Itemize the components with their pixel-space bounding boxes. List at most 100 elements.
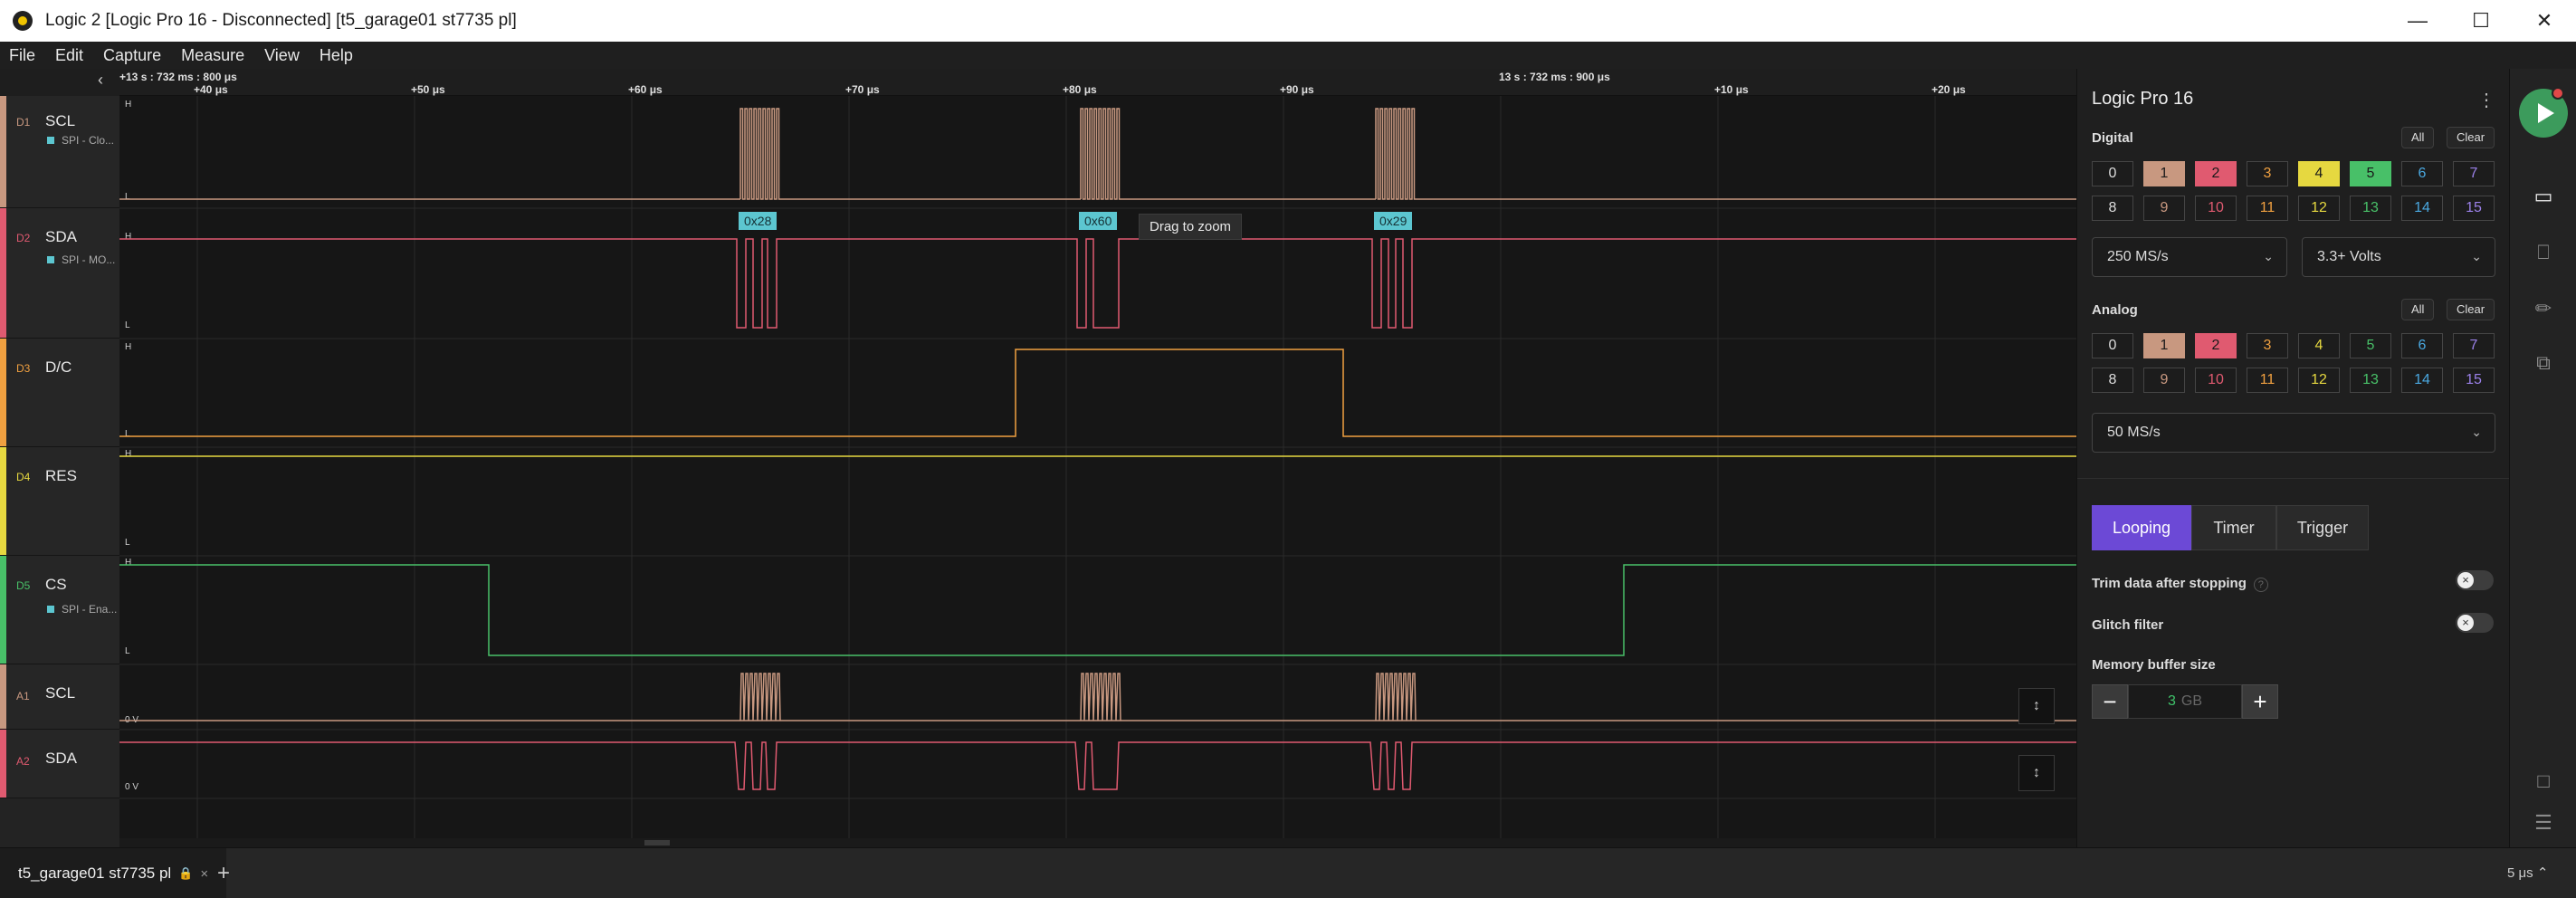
analyzer-tag[interactable]: SPI - Clo...	[47, 134, 114, 147]
channel-name[interactable]: SDA	[45, 228, 77, 246]
analog-channel-2-toggle[interactable]: 2	[2195, 333, 2237, 358]
channel-row-d2[interactable]: D2 SDA SPI - MO...	[0, 208, 119, 339]
analyzer-tag[interactable]: SPI - MO...	[47, 253, 115, 266]
channel-row-d5[interactable]: D5 CS SPI - Ena...	[0, 556, 119, 664]
spi-decode-bubble[interactable]: 0x28	[739, 212, 778, 230]
digital-channel-2-toggle[interactable]: 2	[2195, 161, 2237, 186]
mode-timer-button[interactable]: Timer	[2191, 505, 2276, 550]
channel-color-bar	[0, 339, 6, 446]
d5-cs-trace	[119, 564, 2076, 656]
close-window-button[interactable]: ✕	[2513, 0, 2576, 42]
digital-channel-12-toggle[interactable]: 12	[2298, 196, 2340, 221]
add-session-button[interactable]: +	[217, 861, 230, 886]
channel-name[interactable]: D/C	[45, 358, 72, 377]
channel-row-d3[interactable]: D3 D/C	[0, 339, 119, 447]
collapse-sidebar-icon[interactable]: ‹	[98, 71, 103, 90]
menu-help[interactable]: Help	[320, 46, 353, 65]
digital-channel-10-toggle[interactable]: 10	[2195, 196, 2237, 221]
channel-name[interactable]: SCL	[45, 112, 75, 130]
channel-name[interactable]: SDA	[45, 750, 77, 768]
analog-clear-button[interactable]: Clear	[2447, 299, 2495, 320]
analog-channel-10-toggle[interactable]: 10	[2195, 368, 2237, 393]
digital-clear-button[interactable]: Clear	[2447, 127, 2495, 148]
close-tab-icon[interactable]: ×	[200, 866, 208, 882]
buffer-size-field[interactable]: 3 GB	[2128, 684, 2242, 719]
analog-channel-3-toggle[interactable]: 3	[2247, 333, 2288, 358]
digital-channel-11-toggle[interactable]: 11	[2247, 196, 2288, 221]
digital-channel-8-toggle[interactable]: 8	[2092, 196, 2133, 221]
maximize-button[interactable]: ☐	[2449, 0, 2513, 42]
analog-channel-12-toggle[interactable]: 12	[2298, 368, 2340, 393]
buffer-size-value: 3	[2167, 693, 2176, 709]
channel-row-a2[interactable]: A2 SDA	[0, 730, 119, 798]
analog-channel-1-toggle[interactable]: 1	[2143, 333, 2185, 358]
menu-icon[interactable]: ☰	[2530, 809, 2557, 836]
channel-id: D5	[16, 579, 31, 592]
mode-trigger-button[interactable]: Trigger	[2276, 505, 2369, 550]
device-settings-icon[interactable]: ▭	[2530, 183, 2557, 210]
horizontal-scrollbar[interactable]	[119, 838, 2076, 847]
menu-view[interactable]: View	[264, 46, 300, 65]
measure-icon[interactable]: ✏	[2530, 295, 2557, 322]
menu-edit[interactable]: Edit	[55, 46, 83, 65]
digital-all-button[interactable]: All	[2401, 127, 2435, 148]
channel-name[interactable]: RES	[45, 467, 77, 485]
digital-channel-6-toggle[interactable]: 6	[2401, 161, 2443, 186]
digital-channel-5-toggle[interactable]: 5	[2350, 161, 2391, 186]
menu-capture[interactable]: Capture	[103, 46, 161, 65]
analyzer-tag[interactable]: SPI - Ena...	[47, 603, 117, 616]
waveform-canvas[interactable]: HLHLHLHLHL0 V0 V	[119, 96, 2076, 838]
fit-height-icon[interactable]: ↕	[2018, 755, 2055, 791]
digital-channel-15-toggle[interactable]: 15	[2453, 196, 2495, 221]
digital-channel-4-toggle[interactable]: 4	[2298, 161, 2340, 186]
channel-row-a1[interactable]: A1 SCL	[0, 664, 119, 730]
analog-channel-11-toggle[interactable]: 11	[2247, 368, 2288, 393]
fit-height-icon[interactable]: ↕	[2018, 688, 2055, 724]
high-label: H	[125, 342, 131, 352]
trim-data-toggle[interactable]: ×	[2456, 570, 2494, 590]
analog-all-button[interactable]: All	[2401, 299, 2435, 320]
buffer-increase-button[interactable]: +	[2242, 684, 2278, 719]
analog-channel-8-toggle[interactable]: 8	[2092, 368, 2133, 393]
digital-channel-13-toggle[interactable]: 13	[2350, 196, 2391, 221]
analog-channel-14-toggle[interactable]: 14	[2401, 368, 2443, 393]
analog-channel-6-toggle[interactable]: 6	[2401, 333, 2443, 358]
analog-channel-9-toggle[interactable]: 9	[2143, 368, 2185, 393]
analog-channel-15-toggle[interactable]: 15	[2453, 368, 2495, 393]
minimize-button[interactable]: —	[2386, 0, 2449, 42]
voltage-select[interactable]: 3.3+ Volts ⌄	[2302, 237, 2495, 277]
session-tab[interactable]: t5_garage01 st7735 pl 🔒 ×	[0, 848, 227, 898]
feedback-icon[interactable]: □	[2530, 768, 2557, 795]
analog-channel-7-toggle[interactable]: 7	[2453, 333, 2495, 358]
menu-file[interactable]: File	[9, 46, 35, 65]
digital-channel-9-toggle[interactable]: 9	[2143, 196, 2185, 221]
channel-name[interactable]: SCL	[45, 684, 75, 702]
spi-decode-bubble[interactable]: 0x60	[1079, 212, 1118, 230]
channel-row-d1[interactable]: D1 SCL SPI - Clo...	[0, 96, 119, 208]
time-ruler[interactable]: +13 s : 732 ms : 800 μs +40 μs +50 μs +6…	[119, 69, 2076, 96]
analog-channel-5-toggle[interactable]: 5	[2350, 333, 2391, 358]
digital-sample-rate-select[interactable]: 250 MS/s ⌄	[2092, 237, 2287, 277]
menu-measure[interactable]: Measure	[181, 46, 244, 65]
analyzers-icon[interactable]: ⎕	[2530, 239, 2557, 266]
digital-channel-0-toggle[interactable]: 0	[2092, 161, 2133, 186]
digital-channel-14-toggle[interactable]: 14	[2401, 196, 2443, 221]
zoom-level[interactable]: 5 μs ⌃	[2507, 865, 2548, 881]
buffer-decrease-button[interactable]: −	[2092, 684, 2128, 719]
analog-channel-0-toggle[interactable]: 0	[2092, 333, 2133, 358]
glitch-filter-toggle[interactable]: ×	[2456, 613, 2494, 633]
digital-channel-3-toggle[interactable]: 3	[2247, 161, 2288, 186]
analog-channel-4-toggle[interactable]: 4	[2298, 333, 2340, 358]
analog-sample-rate-select[interactable]: 50 MS/s ⌄	[2092, 413, 2495, 453]
extensions-icon[interactable]: ⧉	[2530, 349, 2557, 377]
spi-decode-bubble[interactable]: 0x29	[1374, 212, 1413, 230]
mode-looping-button[interactable]: Looping	[2092, 505, 2191, 550]
help-icon[interactable]: ?	[2253, 578, 2268, 592]
channel-row-d4[interactable]: D4 RES	[0, 447, 119, 556]
channel-name[interactable]: CS	[45, 576, 67, 594]
more-options-icon[interactable]: ⋮	[2477, 89, 2495, 111]
analog-channel-13-toggle[interactable]: 13	[2350, 368, 2391, 393]
scrollbar-thumb[interactable]	[644, 840, 670, 845]
digital-channel-7-toggle[interactable]: 7	[2453, 161, 2495, 186]
digital-channel-1-toggle[interactable]: 1	[2143, 161, 2185, 186]
